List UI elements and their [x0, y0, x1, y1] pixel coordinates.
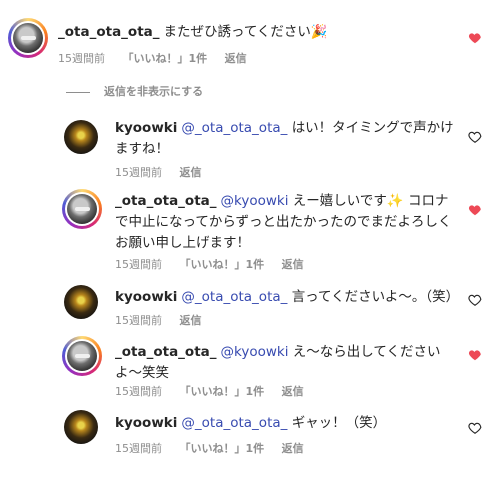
comment-time[interactable]: 15週間前 [115, 258, 162, 271]
comment-meta: 15週間前 返信 [115, 165, 216, 181]
mention-link[interactable]: @kyoowki [221, 344, 289, 360]
hide-replies-button[interactable]: 返信を非表示にする [66, 83, 203, 99]
comment-body: ギャッ！（笑） [291, 415, 387, 431]
reply-button[interactable]: 返信 [225, 52, 247, 65]
comment-body: またぜひ誘ってください🎉 [163, 24, 328, 40]
reply-button[interactable]: 返信 [282, 385, 304, 398]
comment-meta: 15週間前 「いいね！」1件 返信 [115, 384, 318, 400]
comment-likes[interactable]: 「いいね！」1件 [123, 52, 208, 65]
comment-meta: 15週間前 「いいね！」1件 返信 [58, 51, 261, 67]
avatar[interactable] [64, 285, 98, 319]
comment-username[interactable]: kyoowki [115, 120, 177, 136]
comment-username[interactable]: _ota_ota_ota_ [58, 24, 160, 40]
comment-meta: 15週間前 「いいね！」1件 返信 [115, 257, 318, 273]
comment-text: kyoowki @_ota_ota_ota_ 言ってくださいよ〜。（笑） [115, 287, 465, 308]
mention-link[interactable]: @kyoowki [221, 193, 289, 209]
comment-time[interactable]: 15週間前 [115, 442, 162, 455]
like-heart-icon[interactable] [468, 421, 482, 435]
mention-link[interactable]: @_ota_ota_ota_ [181, 120, 287, 136]
comment-time[interactable]: 15週間前 [115, 385, 162, 398]
comment-body: 言ってくださいよ〜。（笑） [291, 289, 460, 305]
mention-link[interactable]: @_ota_ota_ota_ [181, 289, 287, 305]
divider-line [66, 91, 90, 93]
comment-text: _ota_ota_ota_ またぜひ誘ってください🎉 [58, 22, 448, 43]
comment-likes[interactable]: 「いいね！」1件 [180, 385, 265, 398]
reply-button[interactable]: 返信 [180, 166, 202, 179]
comment-meta: 15週間前 「いいね！」1件 返信 [115, 441, 318, 457]
avatar[interactable] [62, 189, 102, 229]
comment-time[interactable]: 15週間前 [115, 314, 162, 327]
comment-time[interactable]: 15週間前 [58, 52, 105, 65]
comment-username[interactable]: _ota_ota_ota_ [115, 344, 217, 360]
hide-replies-label: 返信を非表示にする [104, 85, 204, 98]
comment-username[interactable]: kyoowki [115, 415, 177, 431]
avatar[interactable] [64, 120, 98, 154]
reply-button[interactable]: 返信 [282, 442, 304, 455]
like-heart-icon[interactable] [468, 348, 482, 362]
comment-time[interactable]: 15週間前 [115, 166, 162, 179]
comment-text: _ota_ota_ota_ @kyoowki えー嬉しいです✨ コロナで中止になっ… [115, 191, 455, 254]
mention-link[interactable]: @_ota_ota_ota_ [181, 415, 287, 431]
reply-button[interactable]: 返信 [282, 258, 304, 271]
comment-meta: 15週間前 返信 [115, 313, 216, 329]
comment-username[interactable]: _ota_ota_ota_ [115, 193, 217, 209]
like-heart-icon[interactable] [468, 203, 482, 217]
reply-button[interactable]: 返信 [180, 314, 202, 327]
comment-text: kyoowki @_ota_ota_ota_ はい！タイミングで声かけますね！ [115, 118, 455, 160]
comment-username[interactable]: kyoowki [115, 289, 177, 305]
avatar[interactable] [8, 18, 48, 58]
like-heart-icon[interactable] [468, 31, 482, 45]
comment-text: _ota_ota_ota_ @kyoowki え〜なら出してくださいよ〜笑笑 [115, 342, 445, 384]
comment-likes[interactable]: 「いいね！」1件 [180, 442, 265, 455]
comment-likes[interactable]: 「いいね！」1件 [180, 258, 265, 271]
like-heart-icon[interactable] [468, 293, 482, 307]
comment-text: kyoowki @_ota_ota_ota_ ギャッ！（笑） [115, 413, 455, 434]
avatar[interactable] [62, 336, 102, 376]
like-heart-icon[interactable] [468, 130, 482, 144]
avatar[interactable] [64, 410, 98, 444]
